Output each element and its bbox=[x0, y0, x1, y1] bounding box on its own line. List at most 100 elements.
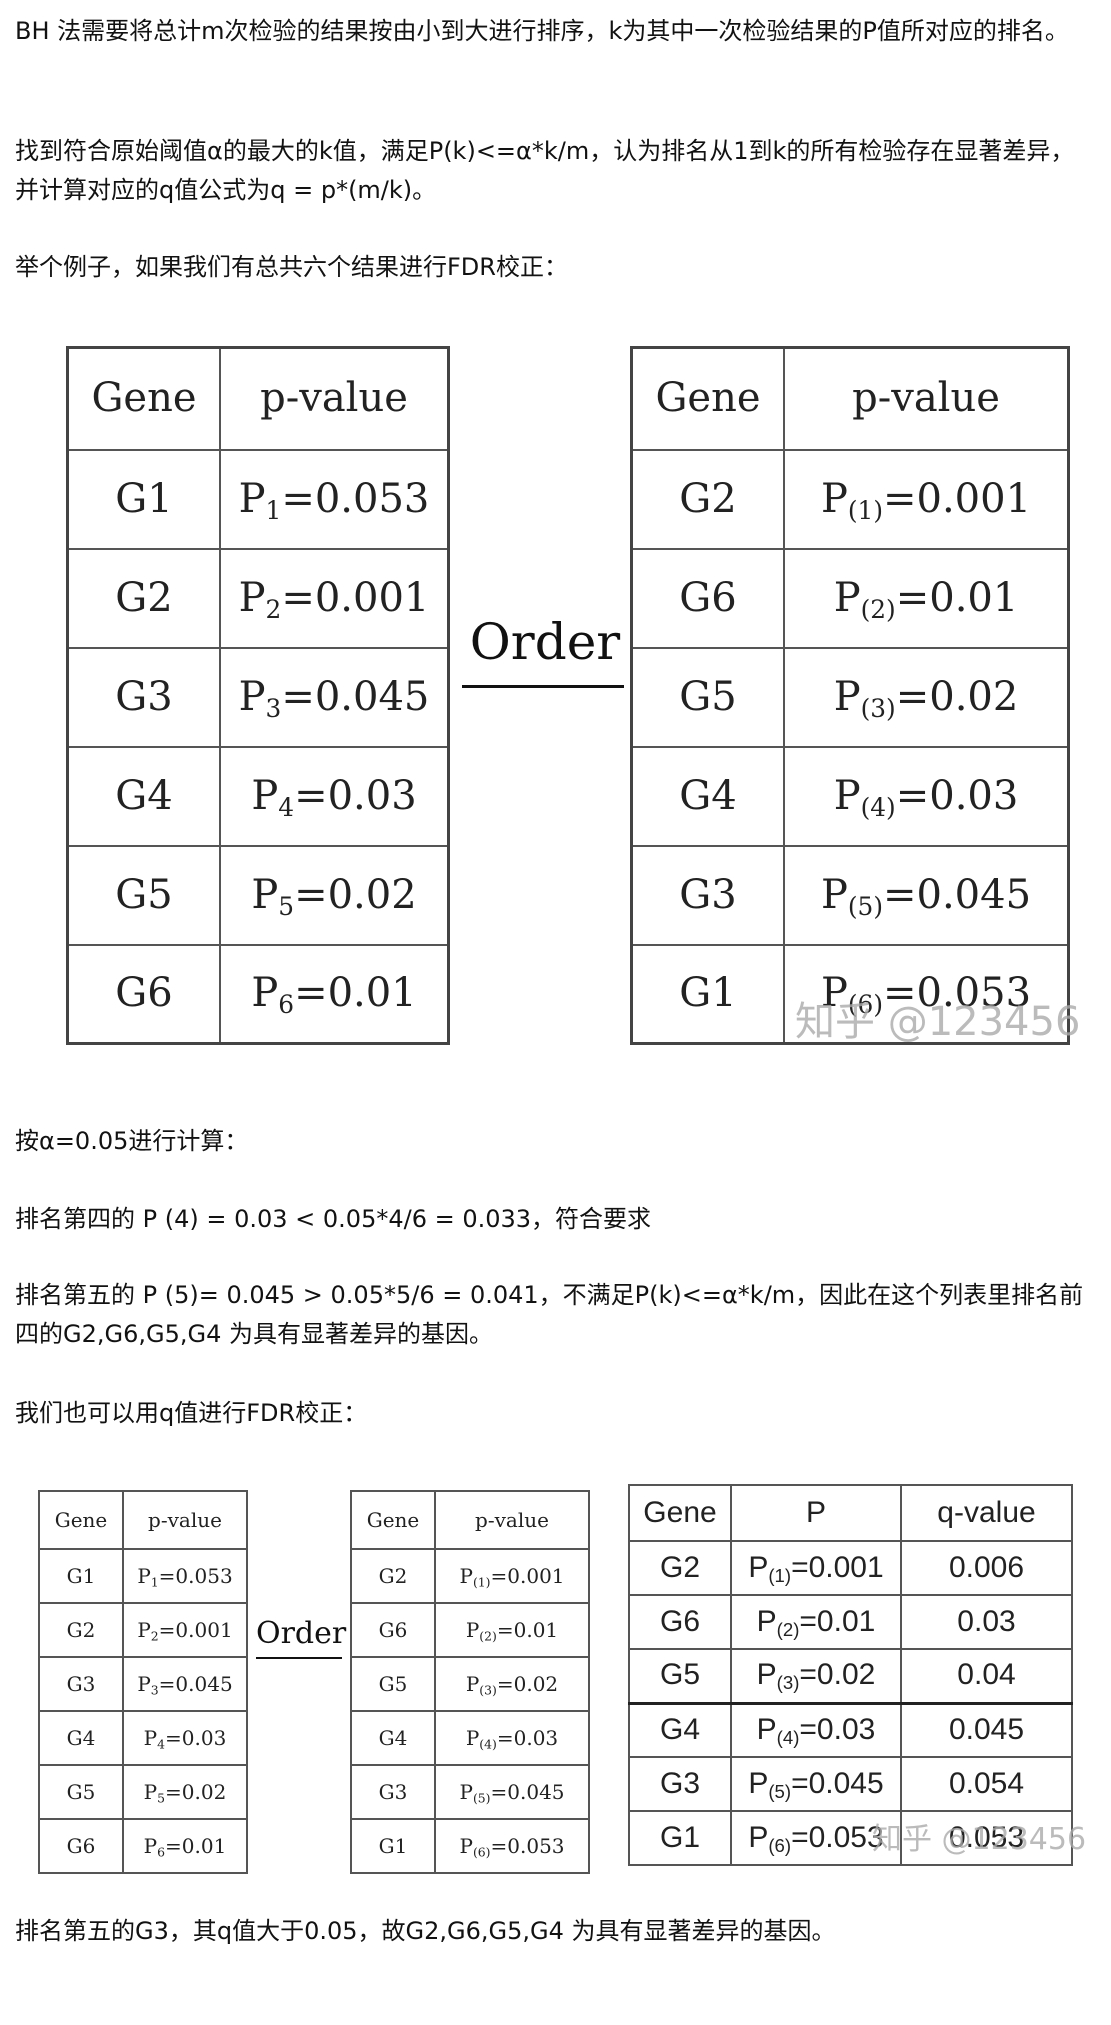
p-subscript: 3 bbox=[150, 1682, 159, 1698]
gene-cell: G5 bbox=[350, 1656, 436, 1712]
table-row: G6 P6=0.01 bbox=[38, 1818, 248, 1874]
table-row: G1 P1=0.053 bbox=[66, 448, 450, 550]
qvalue-cell: 0.054 bbox=[900, 1756, 1073, 1812]
p-value: =0.053 bbox=[490, 1833, 565, 1858]
p-symbol: P bbox=[748, 1550, 769, 1584]
table-ordered-pvalues: Gene p-value G2 P(1)=0.001 G6 P(2)=0.01 G5 P(… bbox=[350, 1490, 590, 1874]
p-symbol: P bbox=[251, 871, 279, 918]
order-label: Order bbox=[469, 613, 621, 671]
gene-cell: G5 bbox=[628, 1648, 732, 1705]
p-symbol: P bbox=[833, 772, 861, 819]
pvalue-cell: P5=0.02 bbox=[219, 844, 450, 946]
p-value: =0.045 bbox=[158, 1671, 233, 1696]
header-qvalue: q-value bbox=[900, 1484, 1073, 1542]
pvalue-cell: P(5)=0.045 bbox=[434, 1764, 590, 1820]
gene-cell: G6 bbox=[350, 1602, 436, 1658]
pvalue-cell: P(3)=0.02 bbox=[730, 1648, 902, 1705]
table-row: G3 P(5)=0.045 bbox=[630, 844, 1070, 946]
gene-cell: G4 bbox=[628, 1702, 732, 1758]
p-subscript: (6) bbox=[768, 1834, 792, 1856]
paragraph-rank4: 排名第四的 P (4) = 0.03 < 0.05*4/6 = 0.033，符合… bbox=[15, 1205, 652, 1233]
table-row: G5 P(3)=0.02 bbox=[350, 1656, 590, 1712]
p-symbol: P bbox=[756, 1712, 777, 1746]
p-symbol: P bbox=[820, 871, 848, 918]
p-symbol: P bbox=[143, 1725, 158, 1750]
gene-cell: G1 bbox=[66, 448, 221, 550]
table-row: G2 P2=0.001 bbox=[38, 1602, 248, 1658]
watermark: 知乎 @123456 bbox=[872, 1822, 1087, 1857]
p-subscript: 4 bbox=[278, 792, 295, 822]
header-pvalue: p-value bbox=[783, 346, 1070, 451]
p-symbol: P bbox=[143, 1833, 158, 1858]
table-row: G5 P5=0.02 bbox=[38, 1764, 248, 1820]
p-value: =0.02 bbox=[496, 1671, 559, 1696]
order-label: Order bbox=[256, 1616, 347, 1651]
table-ordered-pvalues: Gene p-value G2 P(1)=0.001 G6 P(2)=0.01 G5 P(… bbox=[630, 346, 1070, 1045]
pvalue-cell: P1=0.053 bbox=[219, 448, 450, 550]
pvalue-cell: P3=0.045 bbox=[122, 1656, 248, 1712]
pvalue-cell: P(4)=0.03 bbox=[783, 745, 1070, 847]
p-subscript: (3) bbox=[776, 1672, 800, 1694]
p-value: =0.053 bbox=[281, 475, 430, 522]
p-symbol: P bbox=[465, 1617, 480, 1642]
p-subscript: (5) bbox=[472, 1790, 491, 1806]
p-value: =0.045 bbox=[791, 1766, 884, 1800]
table-row: G3 P(5)=0.045 bbox=[350, 1764, 590, 1820]
p-subscript: (1) bbox=[768, 1564, 792, 1586]
table-row: G5 P(3)=0.02 0.04 bbox=[628, 1648, 1073, 1705]
gene-cell: G1 bbox=[350, 1818, 436, 1874]
table-row: G6 P(2)=0.01 0.03 bbox=[628, 1594, 1073, 1650]
p-subscript: 4 bbox=[157, 1736, 166, 1752]
gene-cell: G3 bbox=[628, 1756, 732, 1812]
gene-cell: G2 bbox=[38, 1602, 124, 1658]
header-gene: Gene bbox=[66, 346, 221, 451]
pvalue-cell: P(2)=0.01 bbox=[730, 1594, 902, 1650]
table-row: G4 P(4)=0.03 bbox=[350, 1710, 590, 1766]
paragraph-qvalue-intro: 我们也可以用q值进行FDR校正： bbox=[15, 1399, 368, 1427]
gene-cell: G2 bbox=[628, 1540, 732, 1596]
header-p: P bbox=[730, 1484, 902, 1542]
p-symbol: P bbox=[756, 1604, 777, 1638]
gene-cell: G3 bbox=[38, 1656, 124, 1712]
pvalue-cell: P5=0.02 bbox=[122, 1764, 248, 1820]
p-subscript: (4) bbox=[860, 792, 896, 822]
p-symbol: P bbox=[459, 1833, 473, 1858]
p-subscript: 3 bbox=[265, 693, 282, 723]
table-row: G2 P2=0.001 bbox=[66, 547, 450, 649]
p-value: =0.053 bbox=[158, 1563, 233, 1588]
pvalue-cell: P(1)=0.001 bbox=[730, 1540, 902, 1596]
gene-cell: G1 bbox=[38, 1548, 124, 1604]
gene-cell: G2 bbox=[350, 1548, 436, 1604]
p-symbol: P bbox=[137, 1671, 151, 1696]
p-value: =0.02 bbox=[895, 673, 1019, 720]
header-gene: Gene bbox=[350, 1490, 436, 1550]
p-subscript: (4) bbox=[479, 1736, 497, 1752]
header-pvalue: p-value bbox=[434, 1490, 590, 1550]
pvalue-cell: P(1)=0.001 bbox=[434, 1548, 590, 1604]
gene-cell: G5 bbox=[630, 646, 785, 748]
pvalue-cell: P(2)=0.01 bbox=[434, 1602, 590, 1658]
pvalue-cell: P(4)=0.03 bbox=[434, 1710, 590, 1766]
pvalue-cell: P(5)=0.045 bbox=[730, 1756, 902, 1812]
table-row: G2 P(1)=0.001 0.006 bbox=[628, 1540, 1073, 1596]
gene-cell: G2 bbox=[630, 448, 785, 550]
pvalue-cell: P2=0.001 bbox=[219, 547, 450, 649]
p-value: =0.02 bbox=[799, 1658, 876, 1692]
gene-cell: G4 bbox=[38, 1710, 124, 1766]
table-row: G2 P(1)=0.001 bbox=[350, 1548, 590, 1604]
p-subscript: 6 bbox=[278, 990, 295, 1020]
table-row: G1 P(6)=0.053 bbox=[350, 1818, 590, 1874]
p-value: =0.03 bbox=[294, 772, 417, 819]
p-value: =0.03 bbox=[165, 1725, 227, 1750]
p-subscript: 5 bbox=[278, 891, 295, 921]
gene-cell: G5 bbox=[66, 844, 221, 946]
table-row: G4 P(4)=0.03 0.045 bbox=[628, 1702, 1073, 1758]
p-value: =0.02 bbox=[294, 871, 417, 918]
header-gene: Gene bbox=[38, 1490, 124, 1550]
table-row: G1 P1=0.053 bbox=[38, 1548, 248, 1604]
pvalue-cell: P4=0.03 bbox=[219, 745, 450, 847]
pvalue-cell: P(6)=0.053 bbox=[434, 1818, 590, 1874]
qvalue-cell: 0.03 bbox=[900, 1594, 1073, 1650]
p-value: =0.001 bbox=[158, 1617, 233, 1642]
article-body: BH 法需要将总计m次检验的结果按由小到大进行排序，k为其中一次检验结果的P值所… bbox=[0, 0, 1111, 2025]
